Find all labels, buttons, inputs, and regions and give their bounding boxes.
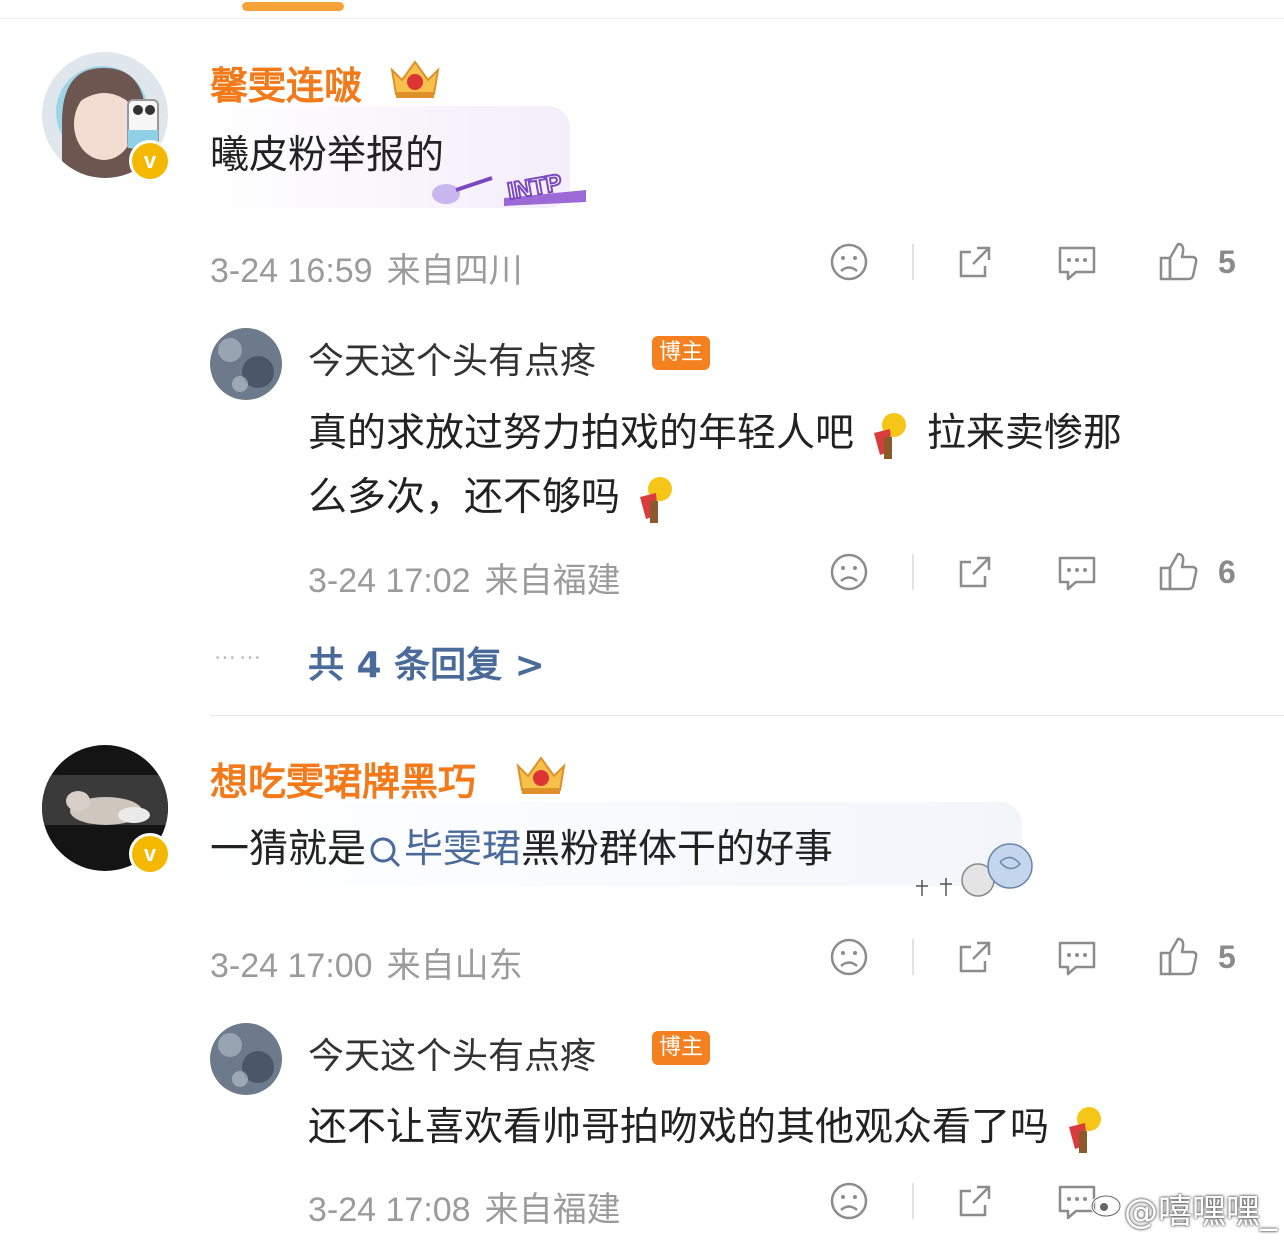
like-count: 6 (1218, 554, 1236, 590)
dislike-face-icon[interactable] (829, 242, 869, 282)
crown-icon (516, 756, 566, 794)
comment-text: 一猜就是 毕雯珺黑粉群体干的好事 (210, 818, 833, 874)
search-icon (370, 837, 401, 867)
reply-avatar[interactable] (210, 1023, 282, 1095)
reply-location: 来自福建 (484, 561, 621, 601)
emoji-doge-icon (874, 412, 907, 459)
emoji-doge-icon (1069, 1106, 1102, 1153)
reply-avatar[interactable] (210, 328, 282, 400)
comment-divider (210, 715, 1284, 716)
comment-username[interactable]: 馨雯连啵 (210, 55, 362, 110)
ellipsis-dots: …… (214, 640, 264, 665)
share-icon[interactable] (955, 552, 995, 592)
like-count: 5 (1218, 244, 1236, 280)
comment-meta: 3-24 17:00 来自山东 (210, 938, 523, 987)
action-separator (912, 1183, 914, 1219)
intp-sticker: INTP (500, 150, 590, 206)
reply-text-line2-wrap: 么多次，还不够吗 (308, 466, 680, 525)
share-icon[interactable] (955, 242, 995, 282)
like-thumb-icon[interactable] (1158, 935, 1200, 977)
like-count: 5 (1218, 939, 1236, 975)
crown-icon (390, 60, 440, 98)
comment-username[interactable]: 想吃雯珺牌黑巧 (210, 751, 476, 806)
comment-text-suffix: 黑粉群体干的好事 (521, 827, 834, 872)
comment-icon[interactable] (1056, 937, 1098, 977)
comment-text-prefix: 一猜就是 (210, 827, 367, 872)
like-thumb-icon[interactable] (1158, 550, 1200, 592)
reply-time: 3-24 17:08 (308, 1191, 471, 1229)
comment-time: 3-24 16:59 (210, 252, 373, 290)
comment-location: 来自四川 (386, 251, 523, 291)
topic-link[interactable]: 毕雯珺 (404, 827, 521, 872)
rose-sticker-icon (916, 843, 1033, 897)
like-thumb-icon[interactable] (1158, 240, 1200, 282)
dislike-face-icon[interactable] (829, 1181, 869, 1221)
emoji-doge-icon (640, 476, 673, 523)
comment-meta: 3-24 16:59 来自四川 (210, 243, 523, 292)
reply-meta: 3-24 17:08 来自福建 (308, 1182, 621, 1231)
more-replies-link[interactable]: 共 4 条回复 > (308, 636, 545, 688)
action-separator (912, 554, 914, 590)
comment-time: 3-24 17:00 (210, 947, 373, 985)
verified-badge-icon: v (129, 140, 171, 182)
reply-location: 来自福建 (484, 1190, 621, 1230)
author-tag: 博主 (652, 1031, 711, 1065)
verified-badge-icon: v (129, 833, 171, 875)
reply-username[interactable]: 今天这个头有点疼 (308, 1027, 596, 1079)
watermark: @嘻嘿嘿_ (1124, 1192, 1277, 1232)
reply-text-line1: 真的求放过努力拍戏的年轻人吧 (308, 411, 855, 456)
author-tag: 博主 (652, 336, 711, 370)
weibo-logo-icon (1090, 1194, 1122, 1218)
comment-location: 来自山东 (386, 946, 523, 986)
guitar-sticker-icon (432, 176, 493, 204)
reply-text-line2: 么多次，还不够吗 (308, 475, 621, 520)
share-icon[interactable] (955, 937, 995, 977)
action-separator (912, 939, 914, 975)
reply-text: 真的求放过努力拍戏的年轻人吧 拉来卖惨那 (308, 402, 1122, 461)
comment-icon[interactable] (1056, 552, 1098, 592)
comment-icon[interactable] (1056, 242, 1098, 282)
reply-username[interactable]: 今天这个头有点疼 (308, 332, 596, 384)
reply-meta: 3-24 17:02 来自福建 (308, 553, 621, 602)
action-separator (912, 244, 914, 280)
reply-text-line: 还不让喜欢看帅哥拍吻戏的其他观众看了吗 (308, 1105, 1050, 1150)
reply-text-line1b: 拉来卖惨那 (926, 411, 1122, 456)
comment-text: 曦皮粉举报的 (210, 133, 445, 178)
share-icon[interactable] (955, 1181, 995, 1221)
top-divider (0, 18, 1284, 19)
reply-time: 3-24 17:02 (308, 562, 471, 600)
dislike-face-icon[interactable] (829, 937, 869, 977)
reply-text: 还不让喜欢看帅哥拍吻戏的其他观众看了吗 (308, 1096, 1109, 1155)
dislike-face-icon[interactable] (829, 552, 869, 592)
tab-indicator (242, 2, 344, 11)
